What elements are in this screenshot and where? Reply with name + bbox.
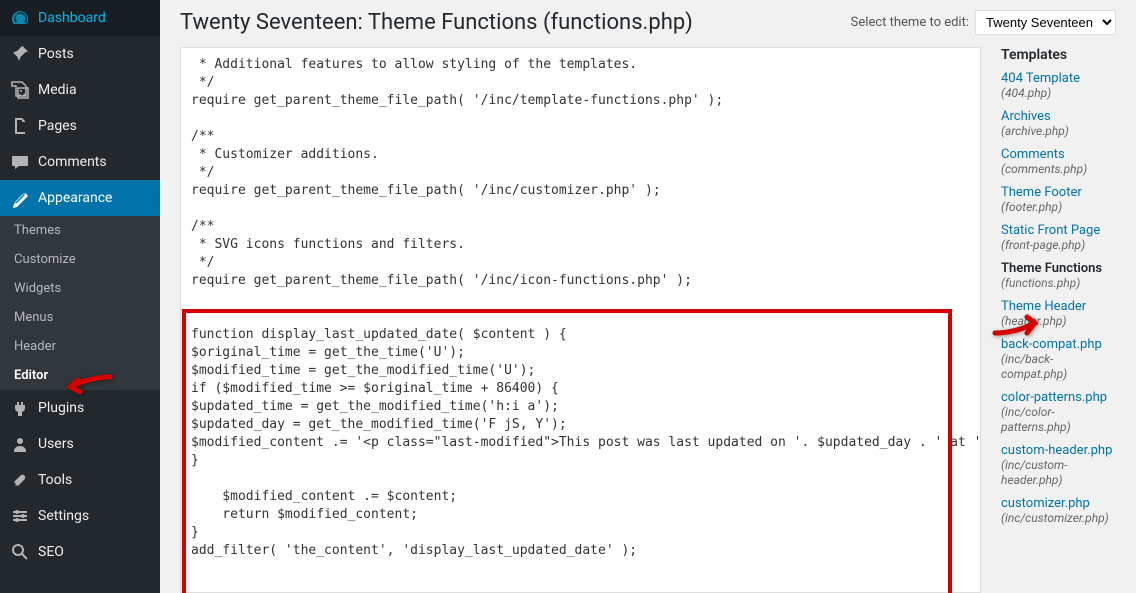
theme-select-label: Select theme to edit:	[851, 15, 969, 30]
sidebar-label: Pages	[38, 118, 77, 134]
media-icon	[10, 80, 30, 100]
submenu-header[interactable]: Header	[0, 332, 160, 361]
sidebar-label: Tools	[38, 472, 72, 488]
template-item[interactable]: customizer.php(inc/customizer.php)	[1001, 496, 1116, 526]
settings-icon	[10, 506, 30, 526]
sidebar-item-appearance[interactable]: Appearance	[0, 180, 160, 216]
template-item-active[interactable]: Theme Functions(functions.php)	[1001, 261, 1116, 291]
sidebar-label: Posts	[38, 46, 74, 62]
comments-icon	[10, 152, 30, 172]
sidebar-item-users[interactable]: Users	[0, 426, 160, 462]
dashboard-icon	[10, 8, 30, 28]
main-content: Twenty Seventeen: Theme Functions (funct…	[160, 0, 1136, 593]
annotation-arrow-functions	[990, 313, 1045, 347]
template-item[interactable]: Static Front Page(front-page.php)	[1001, 223, 1116, 253]
submenu-menus[interactable]: Menus	[0, 303, 160, 332]
sidebar-label: Comments	[38, 154, 107, 170]
sidebar-label: Settings	[38, 508, 89, 524]
sidebar-label: Users	[38, 436, 74, 452]
tools-icon	[10, 470, 30, 490]
sidebar-item-seo[interactable]: SEO	[0, 534, 160, 570]
sidebar-item-settings[interactable]: Settings	[0, 498, 160, 534]
sidebar-item-posts[interactable]: Posts	[0, 36, 160, 72]
template-item[interactable]: color-patterns.php(inc/color-patterns.ph…	[1001, 390, 1116, 435]
appearance-submenu: Themes Customize Widgets Menus Header Ed…	[0, 216, 160, 390]
sidebar-item-pages[interactable]: Pages	[0, 108, 160, 144]
pages-icon	[10, 116, 30, 136]
appearance-icon	[10, 188, 30, 208]
page-title: Twenty Seventeen: Theme Functions (funct…	[180, 10, 693, 35]
seo-icon	[10, 542, 30, 562]
sidebar-item-comments[interactable]: Comments	[0, 144, 160, 180]
sidebar-item-tools[interactable]: Tools	[0, 462, 160, 498]
code-editor-area	[180, 47, 981, 593]
code-textarea[interactable]	[180, 47, 981, 593]
sidebar-label: Appearance	[38, 190, 112, 206]
sidebar-label: SEO	[38, 544, 64, 560]
template-item[interactable]: custom-header.php(inc/custom-header.php)	[1001, 443, 1116, 488]
templates-heading: Templates	[1001, 47, 1116, 63]
submenu-themes[interactable]: Themes	[0, 216, 160, 245]
users-icon	[10, 434, 30, 454]
sidebar-item-media[interactable]: Media	[0, 72, 160, 108]
submenu-widgets[interactable]: Widgets	[0, 274, 160, 303]
pin-icon	[10, 44, 30, 64]
submenu-customize[interactable]: Customize	[0, 245, 160, 274]
plugins-icon	[10, 398, 30, 418]
template-item[interactable]: 404 Template(404.php)	[1001, 71, 1116, 101]
admin-sidebar: Dashboard Posts Media Pages Comments App…	[0, 0, 160, 593]
annotation-arrow-editor	[60, 372, 115, 406]
sidebar-label: Dashboard	[38, 10, 106, 26]
theme-select[interactable]: Twenty Seventeen	[975, 10, 1116, 35]
sidebar-label: Media	[38, 82, 77, 98]
template-item[interactable]: Comments(comments.php)	[1001, 147, 1116, 177]
sidebar-item-dashboard[interactable]: Dashboard	[0, 0, 160, 36]
template-item[interactable]: Theme Footer(footer.php)	[1001, 185, 1116, 215]
template-item[interactable]: Archives(archive.php)	[1001, 109, 1116, 139]
